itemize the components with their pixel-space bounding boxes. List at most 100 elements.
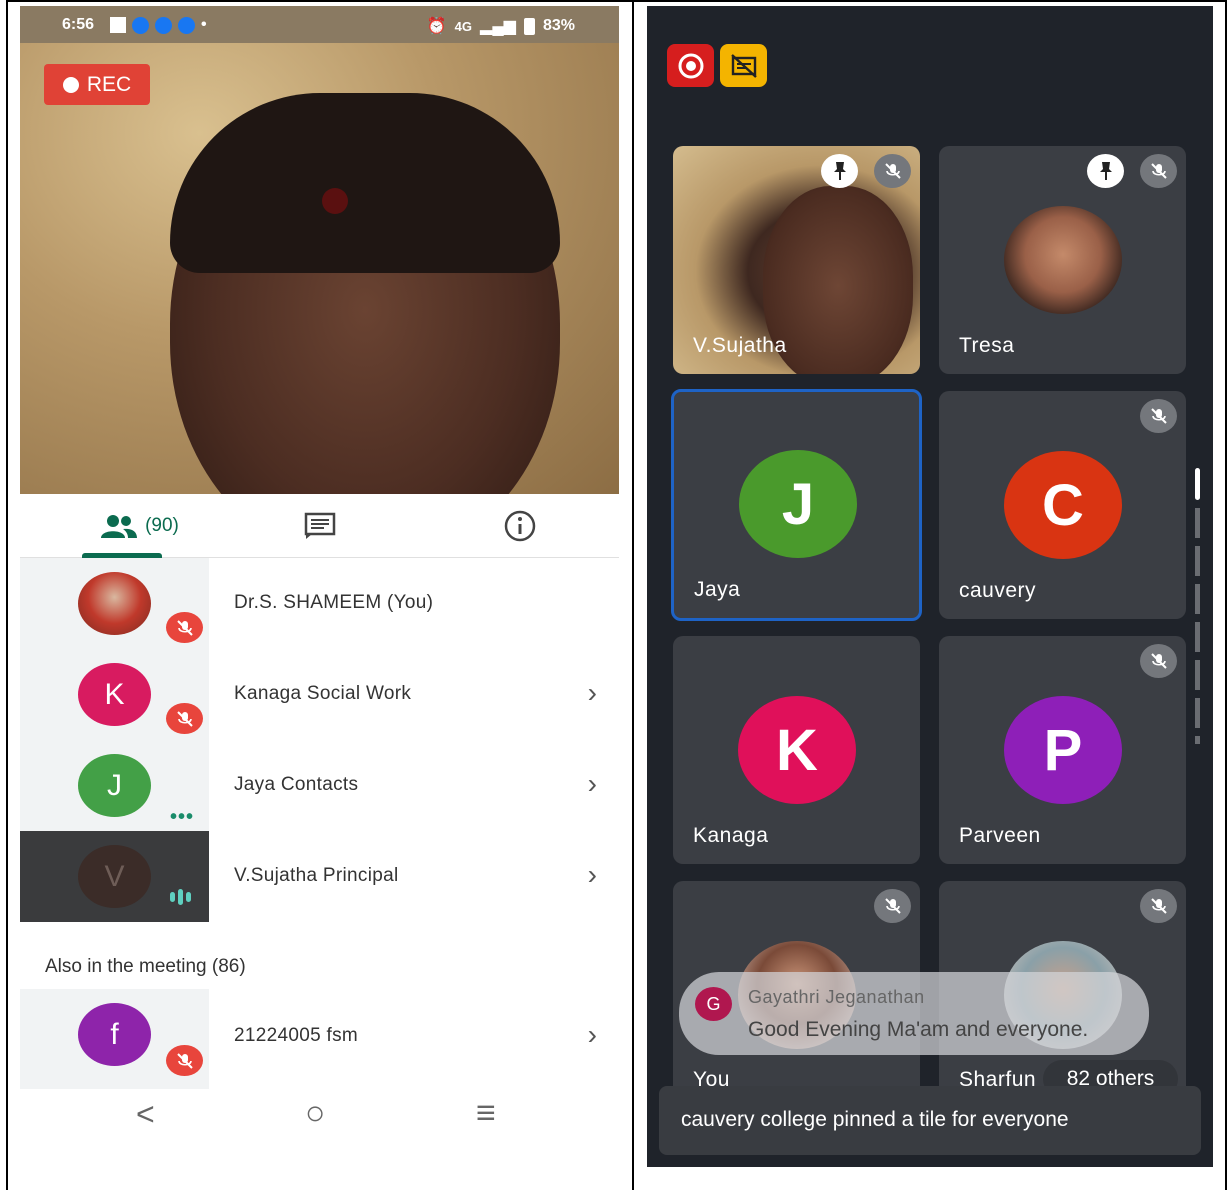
video-tile[interactable]: Tresa: [939, 146, 1186, 374]
video-tile[interactable]: C cauvery: [939, 391, 1186, 619]
avatar-initial: K: [776, 717, 818, 783]
muted-mic-icon: [1140, 889, 1177, 923]
status-right: ⏰ 4G ▂▄▆ 83%: [427, 16, 575, 36]
participant-name: Jaya Contacts: [234, 774, 359, 795]
captions-off-icon: [730, 53, 757, 78]
speaking-indicator-icon: [170, 889, 191, 905]
tile-name: V.Sujatha: [693, 334, 787, 357]
more-dots-icon: •••: [170, 806, 195, 828]
avatar-initial: J: [107, 768, 122, 802]
scrollbar[interactable]: [1195, 468, 1200, 744]
tile-name: Kanaga: [693, 824, 769, 847]
muted-mic-icon: [166, 703, 203, 734]
sender-initial: G: [706, 993, 721, 1014]
pin-icon[interactable]: [1087, 154, 1124, 188]
tab-people[interactable]: (90): [60, 494, 220, 558]
pin-notification-banner: cauvery college pinned a tile for everyo…: [659, 1086, 1201, 1155]
participant-row[interactable]: Dr.S. SHAMEEM (You): [20, 558, 619, 649]
avatar-initial: K: [104, 677, 125, 711]
recording-indicator[interactable]: REC: [44, 64, 150, 105]
avatar-initial: J: [781, 471, 815, 537]
status-time: 6:56: [62, 16, 95, 33]
frame-top-border: [6, 0, 1227, 2]
signal-icon: ▂▄▆: [480, 18, 516, 35]
facebook-icon: [155, 16, 172, 34]
muted-mic-icon: [166, 612, 203, 643]
chevron-right-icon[interactable]: ›: [588, 768, 597, 800]
chat-message-toast[interactable]: G Gayathri Jeganathan Good Evening Ma'am…: [679, 972, 1149, 1055]
nav-menu-button[interactable]: ≡: [476, 1094, 496, 1133]
frame-left-border: [6, 0, 8, 1190]
participant-row[interactable]: f 21224005 fsm ›: [20, 989, 619, 1089]
muted-mic-icon: [1140, 399, 1177, 433]
avatar: C: [1004, 451, 1122, 559]
message-icon: [110, 17, 126, 33]
info-icon: [504, 510, 536, 542]
android-nav-bar: < ○ ≡: [20, 1092, 619, 1144]
also-in-meeting-heading: Also in the meeting (86): [45, 956, 246, 977]
tab-chat[interactable]: [280, 494, 360, 558]
participant-name: Dr.S. SHAMEEM (You): [234, 592, 434, 613]
people-count: (90): [145, 515, 179, 536]
video-tile[interactable]: K Kanaga: [673, 636, 920, 864]
participant-name: V.Sujatha Principal: [234, 865, 399, 886]
frame-middle-border: [632, 0, 634, 1190]
sender-avatar: G: [695, 987, 732, 1021]
rec-label: REC: [86, 72, 132, 96]
tab-info[interactable]: [480, 494, 560, 558]
muted-mic-icon: [1140, 154, 1177, 188]
notification-icons: •: [110, 16, 207, 34]
avatar-initial: P: [1043, 717, 1083, 783]
speaker-hair: [170, 93, 560, 273]
muted-mic-icon: [1140, 644, 1177, 678]
scrollbar-thumb[interactable]: [1195, 468, 1200, 500]
avatar: J: [78, 754, 151, 817]
muted-mic-icon: [874, 889, 911, 923]
battery-level: 83%: [542, 17, 575, 34]
video-tile[interactable]: V.Sujatha: [673, 146, 920, 374]
participant-row[interactable]: V V.Sujatha Principal ›: [20, 831, 619, 922]
participant-name: 21224005 fsm: [234, 1025, 359, 1046]
avatar: f: [78, 1003, 151, 1066]
captions-off-badge[interactable]: [720, 44, 767, 87]
scrollbar-rail: [1195, 508, 1200, 744]
chevron-right-icon[interactable]: ›: [588, 677, 597, 709]
avatar: K: [78, 663, 151, 726]
participant-name: Kanaga Social Work: [234, 683, 412, 704]
avatar: P: [1004, 696, 1122, 804]
facebook-icon: [132, 16, 149, 34]
battery-icon: [523, 17, 535, 35]
participant-row[interactable]: K Kanaga Social Work ›: [20, 649, 619, 740]
avatar-initial: C: [1042, 472, 1084, 538]
avatar: V: [78, 845, 151, 908]
nav-back-button[interactable]: <: [136, 1096, 155, 1133]
record-dot-icon: [62, 76, 79, 93]
network-label: 4G: [454, 18, 473, 34]
nav-home-button[interactable]: ○: [305, 1094, 326, 1133]
left-phone-screen: 6:56 • ⏰ 4G ▂▄▆ 83% REC (90) Dr.S. SHAME…: [20, 6, 619, 1190]
recording-badge[interactable]: [667, 44, 714, 87]
video-tile[interactable]: P Parveen: [939, 636, 1186, 864]
tile-name: Jaya: [694, 578, 741, 601]
muted-mic-icon: [874, 154, 911, 188]
muted-mic-icon: [166, 1045, 203, 1076]
main-video-feed: REC: [20, 43, 619, 494]
chat-icon: [304, 512, 336, 539]
video-tile-active-speaker[interactable]: J Jaya: [671, 389, 922, 621]
tile-name: Tresa: [959, 334, 1015, 357]
avatar: K: [738, 696, 856, 804]
status-bar: 6:56 • ⏰ 4G ▂▄▆ 83%: [20, 6, 619, 43]
participant-row[interactable]: J ••• Jaya Contacts ›: [20, 740, 619, 831]
pin-icon[interactable]: [821, 154, 858, 188]
chevron-right-icon[interactable]: ›: [588, 859, 597, 891]
tile-name: Parveen: [959, 824, 1041, 847]
more-dot-icon: •: [201, 16, 207, 33]
avatar: J: [739, 450, 857, 558]
speaker-bindi: [322, 188, 348, 214]
people-icon: [101, 515, 138, 538]
alarm-icon: ⏰: [426, 18, 447, 35]
chat-sender-name: Gayathri Jeganathan: [748, 987, 925, 1007]
facebook-icon: [178, 16, 195, 34]
chevron-right-icon[interactable]: ›: [588, 1019, 597, 1051]
right-phone-screen: V.Sujatha Tresa J Jaya C cauvery K Kanag…: [647, 6, 1213, 1167]
